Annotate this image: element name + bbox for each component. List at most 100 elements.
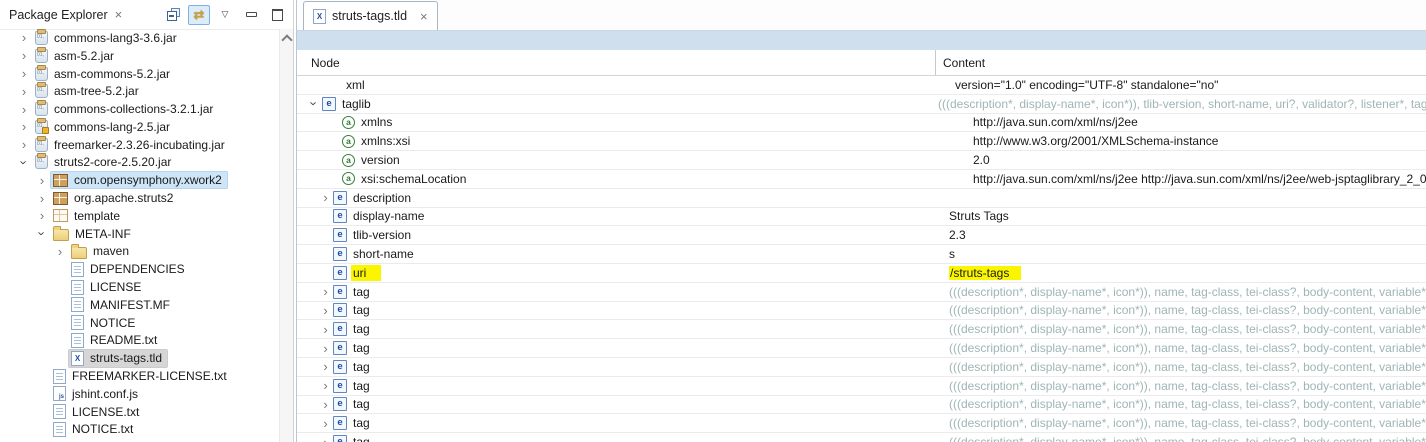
collapse-all-button[interactable] [162, 5, 184, 25]
node-label: short-name [353, 247, 414, 262]
node-content: 2.3 [949, 228, 966, 243]
xml-node-row[interactable]: tlib-version 2.3 [297, 226, 1426, 246]
node-content: (((description*, display-name*, icon*)),… [949, 435, 1426, 442]
chevron-collapsed-icon[interactable] [34, 209, 50, 222]
tree-item[interactable]: NOTICE [0, 314, 280, 332]
package-explorer-tab[interactable]: Package Explorer [0, 8, 108, 22]
chevron-collapsed-icon[interactable] [318, 360, 333, 373]
xml-node-row[interactable]: tag (((description*, display-name*, icon*… [297, 433, 1426, 442]
tree-item[interactable]: commons-lang-2.5.jar [0, 117, 280, 136]
xml-node-row[interactable]: tag (((description*, display-name*, icon*… [297, 358, 1426, 377]
chevron-collapsed-icon[interactable] [318, 191, 333, 204]
chevron-collapsed-icon[interactable] [34, 192, 50, 205]
tree-item[interactable]: commons-lang3-3.6.jar [0, 29, 280, 47]
chevron-expanded-icon[interactable] [16, 156, 32, 169]
xml-node-row[interactable]: tag (((description*, display-name*, icon*… [297, 377, 1426, 396]
tree-item[interactable]: asm-commons-5.2.jar [0, 64, 280, 83]
chevron-expanded-icon[interactable] [307, 97, 322, 110]
tree-item[interactable]: struts-tags.tld [0, 348, 280, 368]
xml-node-row[interactable]: display-name Struts Tags [297, 208, 1426, 227]
tree-item[interactable]: LICENSE [0, 278, 280, 296]
tree-item[interactable]: asm-5.2.jar [0, 46, 280, 65]
tree-item[interactable]: MANIFEST.MF [0, 296, 280, 314]
xml-node-row[interactable]: tag (((description*, display-name*, icon*… [297, 414, 1426, 434]
chevron-collapsed-icon[interactable] [52, 245, 68, 258]
xml-node-row[interactable]: xml version="1.0" encoding="UTF-8" standa… [297, 76, 1426, 95]
tree-item[interactable]: FREEMARKER-LICENSE.txt [0, 367, 280, 385]
collapse-all-icon [166, 8, 180, 21]
node-cell: tag [297, 397, 942, 412]
tree-item[interactable]: META-INF [0, 225, 280, 243]
package-explorer-tree: commons-lang3-3.6.jar asm-5.2.jar asm-comm… [0, 29, 280, 442]
element-icon [333, 303, 347, 318]
tree-item-selection: struts-tags.tld [68, 348, 169, 368]
tree-item[interactable]: README.txt [0, 332, 280, 350]
xml-node-row[interactable]: tag (((description*, display-name*, icon*… [297, 320, 1426, 340]
column-header-node[interactable]: Node [297, 50, 935, 75]
tree-item[interactable]: NOTICE.txt [0, 421, 280, 439]
chevron-collapsed-icon[interactable] [16, 49, 32, 62]
chevron-collapsed-icon[interactable] [318, 379, 333, 392]
chevron-collapsed-icon[interactable] [16, 31, 32, 44]
view-menu-button[interactable]: ▽ [214, 5, 236, 25]
xml-node-row[interactable]: description [297, 189, 1426, 208]
minimize-button[interactable] [240, 5, 262, 25]
tree-item[interactable]: maven [0, 243, 280, 261]
tree-item-label: FREEMARKER-LICENSE.txt [72, 369, 227, 384]
xml-node-row[interactable]: tag (((description*, display-name*, icon*… [297, 339, 1426, 358]
node-cell: xmlns [297, 115, 966, 129]
column-header-content[interactable]: Content [935, 50, 1426, 75]
chevron-collapsed-icon[interactable] [318, 304, 333, 317]
tree-item-selection: asm-5.2.jar [32, 46, 120, 65]
chevron-collapsed-icon[interactable] [16, 120, 32, 133]
close-icon[interactable]: × [115, 8, 123, 21]
chevron-collapsed-icon[interactable] [16, 67, 32, 80]
editor-tab-struts-tags[interactable]: struts-tags.tld × [303, 1, 438, 30]
maximize-button[interactable] [266, 5, 288, 25]
xml-node-row[interactable]: taglib (((description*, display-name*, ic… [297, 95, 1426, 114]
chevron-collapsed-icon[interactable] [318, 285, 333, 298]
xml-node-row[interactable]: xmlns http://java.sun.com/xml/ns/j2ee [297, 114, 1426, 133]
link-with-editor-button[interactable]: ⇄ [188, 4, 210, 25]
node-content: s [949, 247, 955, 262]
tree-item[interactable]: struts2-core-2.5.20.jar [0, 153, 280, 172]
chevron-collapsed-icon[interactable] [16, 138, 32, 151]
tree-item[interactable]: asm-tree-5.2.jar [0, 82, 280, 100]
xml-node-row[interactable]: tag (((description*, display-name*, icon*… [297, 302, 1426, 321]
jar-icon [35, 46, 48, 63]
xml-node-row[interactable]: xsi:schemaLocation http://java.sun.com/xm… [297, 170, 1426, 189]
close-icon[interactable]: × [420, 10, 428, 23]
xml-node-row[interactable]: tag (((description*, display-name*, icon*… [297, 283, 1426, 302]
vertical-scrollbar[interactable] [279, 29, 293, 442]
scroll-up-icon[interactable] [281, 34, 293, 46]
tree-item[interactable]: commons-collections-3.2.1.jar [0, 100, 280, 118]
tree-item[interactable]: com.opensymphony.xwork2 [0, 171, 280, 190]
content-cell: (((description*, display-name*, icon*)),… [942, 397, 1426, 411]
tree-item[interactable]: DEPENDENCIES [0, 260, 280, 278]
chevron-collapsed-icon[interactable] [16, 85, 32, 98]
tree-item-selection: NOTICE.txt [50, 420, 139, 439]
chevron-expanded-icon[interactable] [34, 227, 50, 240]
tree-item[interactable]: org.apache.struts2 [0, 189, 280, 207]
tree-item-label: NOTICE.txt [72, 422, 134, 437]
chevron-collapsed-icon[interactable] [34, 174, 50, 187]
xml-node-row[interactable]: version 2.0 [297, 151, 1426, 170]
tree-item[interactable]: LICENSE.txt [0, 403, 280, 421]
element-icon [333, 397, 347, 412]
tree-item[interactable]: template [0, 207, 280, 225]
jar-icon [35, 64, 48, 81]
jar-icon [35, 153, 48, 170]
chevron-collapsed-icon[interactable] [318, 342, 333, 355]
tree-item[interactable]: freemarker-2.3.26-incubating.jar [0, 135, 280, 154]
xml-node-row[interactable]: xmlns:xsi http://www.w3.org/2001/XMLSchem… [297, 132, 1426, 152]
link-with-editor-icon: ⇄ [193, 7, 205, 22]
xml-node-row[interactable]: uri/struts-tags [297, 264, 1426, 283]
xml-node-row[interactable]: short-name s [297, 245, 1426, 264]
chevron-collapsed-icon[interactable] [318, 398, 333, 411]
chevron-collapsed-icon[interactable] [318, 323, 333, 336]
chevron-collapsed-icon[interactable] [16, 103, 32, 116]
chevron-collapsed-icon[interactable] [318, 417, 333, 430]
tree-item[interactable]: jshint.conf.js [0, 385, 280, 403]
chevron-collapsed-icon[interactable] [318, 436, 333, 442]
xml-node-row[interactable]: tag (((description*, display-name*, icon*… [297, 396, 1426, 415]
